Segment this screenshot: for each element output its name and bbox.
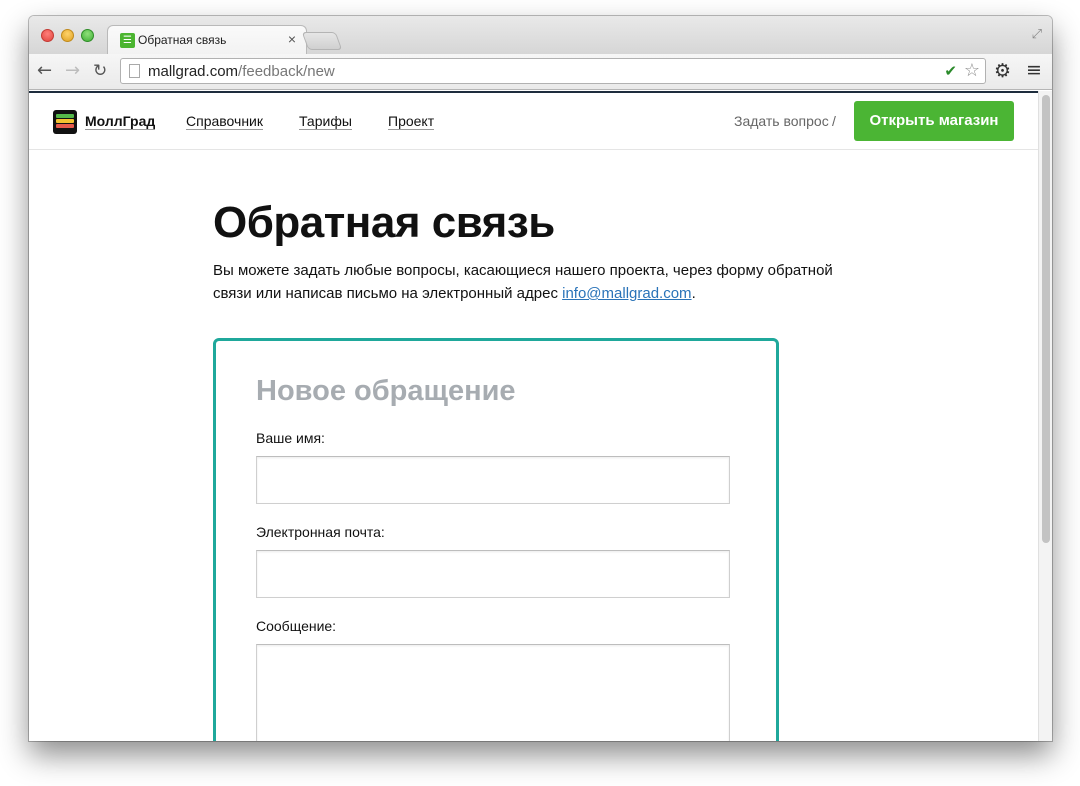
page-scrollbar[interactable] [1038,91,1052,741]
arrow-right-icon[interactable]: → [65,61,80,81]
tab-title: Обратная связь [138,33,227,47]
checkmark-extension-icon[interactable]: ✔ [944,62,957,80]
intro-text: Вы можете задать любые вопросы, касающие… [213,259,853,305]
cart-favicon-icon: ☰ [120,33,135,48]
nav-link-project[interactable]: Проект [388,113,435,130]
nav-link-directory[interactable]: Справочник [186,113,263,130]
close-window-button[interactable] [41,29,54,42]
address-bar[interactable]: mallgrad.com/feedback/new ✔ ☆ [120,58,986,84]
nav-link-pricing[interactable]: Тарифы [299,113,352,130]
fullscreen-icon[interactable]: ⤢ [1032,27,1042,42]
url-path: /feedback/new [238,63,335,80]
tab-strip: ☰ Обратная связь × ⤢ [29,16,1052,55]
tab-close-icon[interactable]: × [288,31,296,47]
feedback-form: Новое обращение Ваше имя: Электронная по… [213,338,779,741]
logo-link[interactable]: МоллГрад [85,113,156,130]
intro-text-body: Вы можете задать любые вопросы, касающие… [213,262,833,302]
message-field[interactable] [256,644,730,741]
browser-tab[interactable]: ☰ Обратная связь × [107,25,307,55]
email-field[interactable] [256,550,730,598]
browser-toolbar: ← → ↻ mallgrad.com/feedback/new ✔ ☆ ⚙ ≡ [29,54,1052,90]
hamburger-menu-icon[interactable]: ≡ [1026,60,1042,80]
scrollbar-thumb[interactable] [1042,95,1050,543]
new-tab-button[interactable] [301,32,343,50]
page-title: Обратная связь [213,198,555,247]
name-label: Ваше имя: [256,430,325,446]
intro-text-end: . [691,285,696,302]
name-field[interactable] [256,456,730,504]
open-shop-button[interactable]: Открыть магазин [854,101,1014,141]
zoom-window-button[interactable] [81,29,94,42]
logo-icon[interactable] [53,110,77,134]
page-viewport: МоллГрад Справочник Тарифы Проект Задать… [29,91,1038,741]
ask-question-link[interactable]: Задать вопрос [734,113,829,129]
url-host: mallgrad.com [148,63,239,80]
header-separator: / [832,113,836,129]
minimize-window-button[interactable] [61,29,74,42]
form-title: Новое обращение [256,375,516,407]
arrow-left-icon[interactable]: ← [37,61,52,81]
message-label: Сообщение: [256,618,337,634]
site-header: МоллГрад Справочник Тарифы Проект Задать… [29,93,1038,150]
gear-icon[interactable]: ⚙ [994,61,1011,81]
email-link[interactable]: info@mallgrad.com [562,285,691,302]
url-text[interactable]: mallgrad.com/feedback/new [148,63,335,80]
star-icon[interactable]: ☆ [964,60,980,81]
email-label: Электронная почта: [256,524,385,540]
browser-window: ☰ Обратная связь × ⤢ ← → ↻ mallgrad.com/… [29,16,1052,741]
reload-icon[interactable]: ↻ [93,61,107,81]
page-icon [129,64,140,78]
